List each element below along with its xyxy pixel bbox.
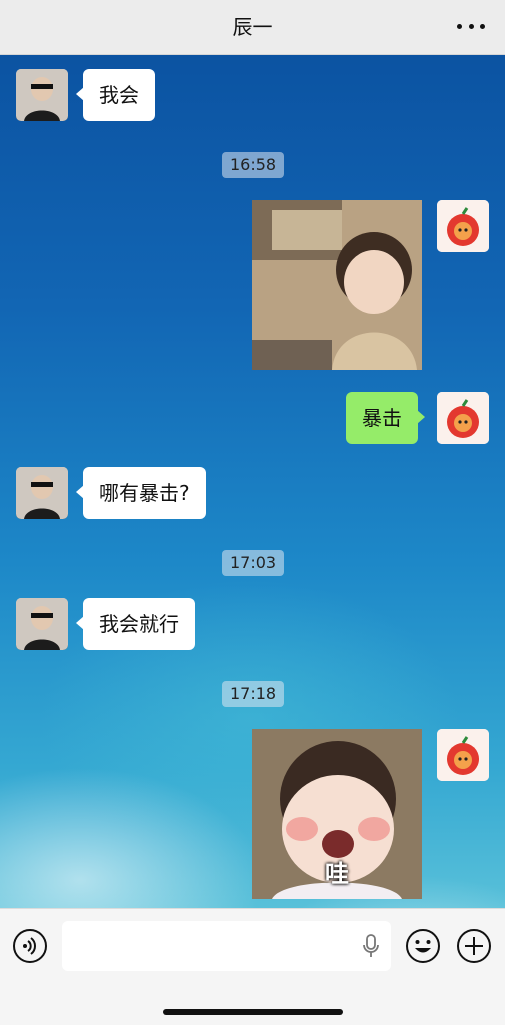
my-avatar[interactable]	[437, 729, 489, 781]
message-bubble-sent[interactable]: 暴击	[346, 392, 425, 444]
my-avatar[interactable]	[437, 392, 489, 444]
my-avatar[interactable]	[437, 200, 489, 252]
sticker-caption: 哇	[325, 860, 349, 888]
emoji-icon[interactable]	[405, 928, 441, 964]
friend-avatar[interactable]	[16, 598, 68, 650]
more-dots-icon[interactable]	[457, 14, 485, 38]
sent-sticker-image[interactable]: 哇	[252, 729, 422, 899]
timestamp: 16:58	[222, 152, 285, 178]
message-bubble-received[interactable]: 哪有暴击?	[76, 467, 206, 519]
home-indicator[interactable]	[163, 1009, 343, 1015]
friend-avatar[interactable]	[16, 69, 68, 121]
message-input[interactable]	[62, 921, 391, 971]
sent-image[interactable]	[252, 200, 422, 370]
timestamp: 17:03	[222, 550, 285, 576]
voice-icon[interactable]	[12, 928, 48, 964]
message-bubble-received[interactable]: 我会就行	[76, 598, 195, 650]
timestamp: 17:18	[222, 681, 285, 707]
chat-header: 辰一	[0, 0, 505, 55]
friend-avatar[interactable]	[16, 467, 68, 519]
input-bar	[0, 908, 505, 1025]
message-bubble-received[interactable]: 我会	[76, 69, 155, 121]
microphone-icon[interactable]	[363, 934, 379, 958]
chat-title: 辰一	[232, 15, 273, 39]
plus-icon[interactable]	[456, 928, 492, 964]
